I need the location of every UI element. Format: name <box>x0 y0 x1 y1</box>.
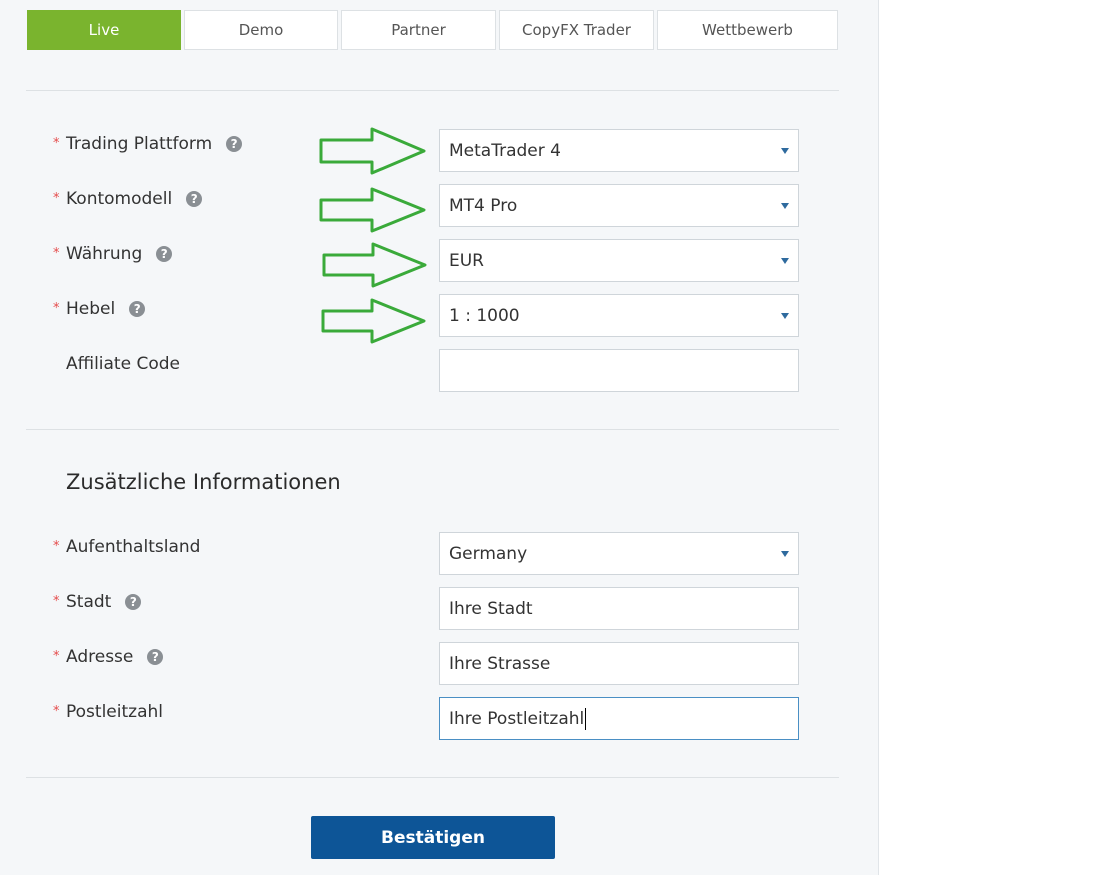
chevron-down-icon <box>781 313 789 319</box>
section-title: Zusätzliche Informationen <box>66 470 341 494</box>
help-icon[interactable]: ? <box>186 191 203 207</box>
country-label: Aufenthaltsland <box>66 535 200 559</box>
leverage-select[interactable]: 1 : 1000 <box>439 294 799 337</box>
postcode-input[interactable]: Ihre Postleitzahl <box>439 697 799 740</box>
currency-label: Währung ? <box>66 242 173 266</box>
divider <box>26 90 839 91</box>
annotation-arrow-icon <box>321 298 426 344</box>
help-icon[interactable]: ? <box>226 136 243 152</box>
address-label: Adresse ? <box>66 645 164 669</box>
city-label-text: Stadt <box>66 592 112 612</box>
tab-live[interactable]: Live <box>27 10 181 50</box>
chevron-down-icon <box>781 203 789 209</box>
postcode-input-value: Ihre Postleitzahl <box>449 708 585 729</box>
country-label-text: Aufenthaltsland <box>66 537 201 557</box>
chevron-down-icon <box>781 551 789 557</box>
tab-copyfx-trader[interactable]: CopyFX Trader <box>499 10 654 50</box>
tab-partner[interactable]: Partner <box>341 10 496 50</box>
annotation-arrow-icon <box>319 187 426 233</box>
text-cursor <box>585 707 587 730</box>
tab-demo[interactable]: Demo <box>184 10 338 50</box>
city-label: Stadt ? <box>66 590 142 614</box>
required-marker: * <box>53 704 60 719</box>
leverage-select-value: 1 : 1000 <box>449 305 520 326</box>
address-label-text: Adresse <box>66 647 134 667</box>
account-model-select-value: MT4 Pro <box>449 195 518 216</box>
platform-select-value: MetaTrader 4 <box>449 140 561 161</box>
annotation-arrow-icon <box>319 127 426 175</box>
help-icon[interactable]: ? <box>147 649 164 665</box>
affiliate-code-input[interactable] <box>439 349 799 392</box>
platform-label-text: Trading Plattform <box>66 134 213 154</box>
annotation-arrow-icon <box>322 242 427 288</box>
help-icon[interactable]: ? <box>129 301 146 317</box>
affiliate-label: Affiliate Code <box>66 352 180 376</box>
divider <box>26 429 839 430</box>
leverage-label-text: Hebel <box>66 299 116 319</box>
registration-panel: Live Demo Partner CopyFX Trader Wettbewe… <box>0 0 879 875</box>
required-marker: * <box>53 301 60 316</box>
currency-select-value: EUR <box>449 250 484 271</box>
account-model-select[interactable]: MT4 Pro <box>439 184 799 227</box>
required-marker: * <box>53 594 60 609</box>
platform-select[interactable]: MetaTrader 4 <box>439 129 799 172</box>
divider <box>26 777 839 778</box>
model-label: Kontomodell ? <box>66 187 203 211</box>
address-input[interactable]: Ihre Strasse <box>439 642 799 685</box>
required-marker: * <box>53 649 60 664</box>
chevron-down-icon <box>781 258 789 264</box>
help-icon[interactable]: ? <box>156 246 173 262</box>
required-marker: * <box>53 191 60 206</box>
required-marker: * <box>53 539 60 554</box>
chevron-down-icon <box>781 148 789 154</box>
address-input-value: Ihre Strasse <box>449 653 551 674</box>
required-marker: * <box>53 246 60 261</box>
help-icon[interactable]: ? <box>125 594 142 610</box>
currency-select[interactable]: EUR <box>439 239 799 282</box>
country-select[interactable]: Germany <box>439 532 799 575</box>
postcode-label-text: Postleitzahl <box>66 702 163 722</box>
leverage-label: Hebel ? <box>66 297 146 321</box>
country-select-value: Germany <box>449 543 528 564</box>
tab-wettbewerb[interactable]: Wettbewerb <box>657 10 838 50</box>
required-marker: * <box>53 136 60 151</box>
affiliate-label-text: Affiliate Code <box>66 354 180 374</box>
model-label-text: Kontomodell <box>66 189 173 209</box>
submit-button[interactable]: Bestätigen <box>311 816 555 859</box>
platform-label: Trading Plattform ? <box>66 132 243 156</box>
city-input-value: Ihre Stadt <box>449 598 533 619</box>
city-input[interactable]: Ihre Stadt <box>439 587 799 630</box>
currency-label-text: Währung <box>66 244 143 264</box>
postcode-label: Postleitzahl <box>66 700 163 724</box>
